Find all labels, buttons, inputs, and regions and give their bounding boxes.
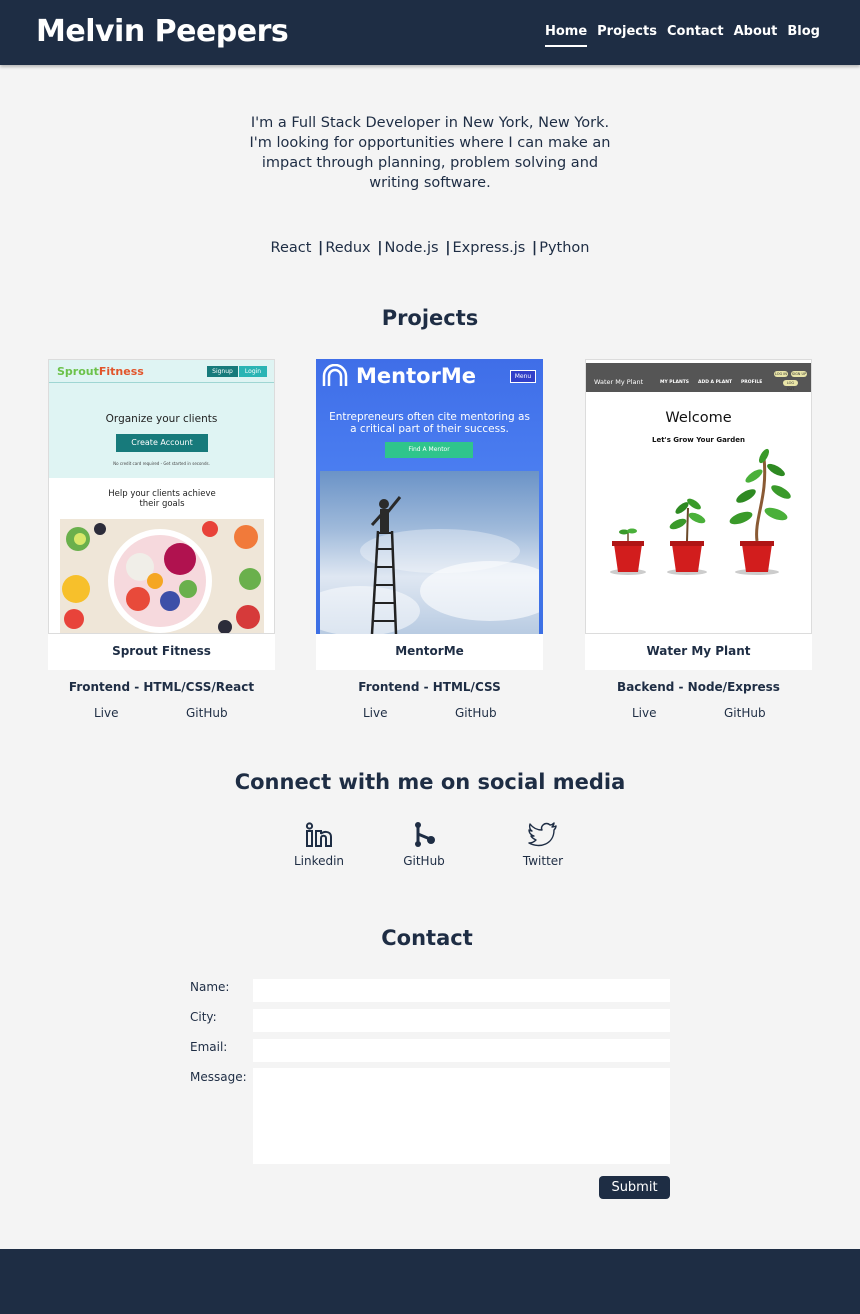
thumb-pill: LOG OUT <box>783 380 798 391</box>
thumb-welcome: Welcome <box>665 410 732 426</box>
thumb-pill: LOG IN <box>774 371 788 377</box>
nav-projects[interactable]: Projects <box>597 24 657 47</box>
twitter-icon <box>528 822 557 847</box>
social-github[interactable]: GitHub <box>384 822 464 868</box>
email-field[interactable] <box>253 1039 670 1062</box>
live-link[interactable]: Live <box>94 706 119 720</box>
ladder-sky-image <box>320 471 539 634</box>
name-field[interactable] <box>253 979 670 1002</box>
thumb-navbar: Water My Plant MY PLANTS ADD A PLANT PRO… <box>586 363 811 392</box>
thumb-headline: Organize your clients <box>105 413 218 425</box>
thumb-menu-button: Menu <box>510 370 536 383</box>
thumb-signup-button: Signup <box>207 366 238 377</box>
fruit-bowl-image <box>60 519 264 633</box>
project-name: Water My Plant <box>585 634 812 670</box>
skill-separator: | <box>531 240 538 256</box>
skill-item: Python <box>539 240 590 256</box>
thumb-app-title: Water My Plant <box>594 378 644 386</box>
contact-heading: Contact <box>381 926 473 950</box>
thumb-menu-item: MY PLANTS <box>660 380 690 385</box>
thumb-menu-item: PROFILE <box>741 380 763 385</box>
github-link[interactable]: GitHub <box>186 706 228 720</box>
name-label: Name: <box>190 980 230 994</box>
project-links: Live GitHub <box>48 706 275 722</box>
nav-about[interactable]: About <box>734 24 778 47</box>
main-nav: Home Projects Contact About Blog <box>544 24 820 47</box>
skill-separator: | <box>318 240 324 256</box>
submit-button[interactable]: Submit <box>599 1176 670 1199</box>
thumb-subhead: Let's Grow Your Garden <box>652 436 745 444</box>
thumb-tagline: Entrepreneurs often cite mentoring as a … <box>329 411 530 435</box>
live-link[interactable]: Live <box>632 706 657 720</box>
thumb-divider <box>49 382 274 383</box>
github-link[interactable]: GitHub <box>455 706 497 720</box>
skill-item: React <box>270 240 312 256</box>
linkedin-icon <box>305 822 332 847</box>
project-thumbnail[interactable]: Water My Plant MY PLANTS ADD A PLANT PRO… <box>585 359 812 634</box>
skill-item: Node.js <box>384 240 439 256</box>
thumb-logo: SproutFitness <box>57 365 144 378</box>
nav-blog[interactable]: Blog <box>787 24 820 47</box>
social-linkedin[interactable]: Linkedin <box>279 822 359 868</box>
thumb-fine-print: No credit card required - Get started in… <box>113 461 210 466</box>
social-heading: Connect with me on social media <box>234 770 626 794</box>
social-label: Twitter <box>522 854 564 868</box>
nav-contact[interactable]: Contact <box>667 24 724 47</box>
project-stack: Frontend - HTML/CSS/React <box>68 680 255 694</box>
skills-list: React | Redux | Node.js | Express.js | Pytho… <box>0 240 860 256</box>
city-field[interactable] <box>253 1009 670 1032</box>
social-label: GitHub <box>403 854 445 868</box>
email-label: Email: <box>190 1040 228 1054</box>
city-label: City: <box>190 1010 217 1024</box>
thumb-menu-item: ADD A PLANT <box>698 380 733 385</box>
thumb-subhead: Help your clients achieve their goals <box>108 489 216 509</box>
project-card-water-my-plant: Water My Plant MY PLANTS ADD A PLANT PRO… <box>585 359 812 722</box>
thumb-cta-button: Find A Mentor <box>385 442 473 458</box>
intro-text: I'm a Full Stack Developer in New York, … <box>249 115 611 191</box>
social-label: Linkedin <box>293 854 345 868</box>
project-name: MentorMe <box>316 634 543 670</box>
project-card-sprout-fitness: SproutFitness Signup Login Organize your… <box>48 359 275 722</box>
thumb-hero: SproutFitness Signup Login Organize your… <box>49 360 274 478</box>
project-card-mentorme: MentorMe Menu Entrepreneurs often cite m… <box>316 359 543 722</box>
project-name: Sprout Fitness <box>48 634 275 670</box>
project-thumbnail[interactable]: SproutFitness Signup Login Organize your… <box>48 359 275 634</box>
skill-separator: | <box>445 240 451 256</box>
thumb-logo: MentorMe <box>356 364 477 388</box>
potted-plants-image <box>610 448 791 575</box>
message-field[interactable] <box>253 1068 670 1164</box>
project-thumbnail[interactable]: MentorMe Menu Entrepreneurs often cite m… <box>316 359 543 634</box>
nav-home[interactable]: Home <box>544 24 588 47</box>
brand-title[interactable]: Melvin Peepers <box>36 14 289 49</box>
site-header: Melvin Peepers Home Projects Contact Abo… <box>0 0 860 65</box>
message-label: Message: <box>190 1070 247 1084</box>
thumb-cta-button: Create Account <box>116 434 208 452</box>
skill-separator: | <box>377 240 383 256</box>
project-links: Live GitHub <box>585 706 812 722</box>
github-link[interactable]: GitHub <box>724 706 766 720</box>
skill-item: Express.js <box>452 240 526 256</box>
project-links: Live GitHub <box>316 706 543 722</box>
project-stack: Frontend - HTML/CSS <box>358 680 501 694</box>
projects-heading: Projects <box>381 306 479 330</box>
thumb-login-button: Login <box>239 366 267 377</box>
project-stack: Backend - Node/Express <box>617 680 780 694</box>
live-link[interactable]: Live <box>363 706 388 720</box>
skill-item: Redux <box>325 240 371 256</box>
social-twitter[interactable]: Twitter <box>503 822 583 868</box>
site-footer <box>0 1249 860 1314</box>
github-icon <box>415 822 435 847</box>
thumb-pill: SIGN UP <box>791 371 807 377</box>
mentorme-logo-icon <box>322 364 348 386</box>
